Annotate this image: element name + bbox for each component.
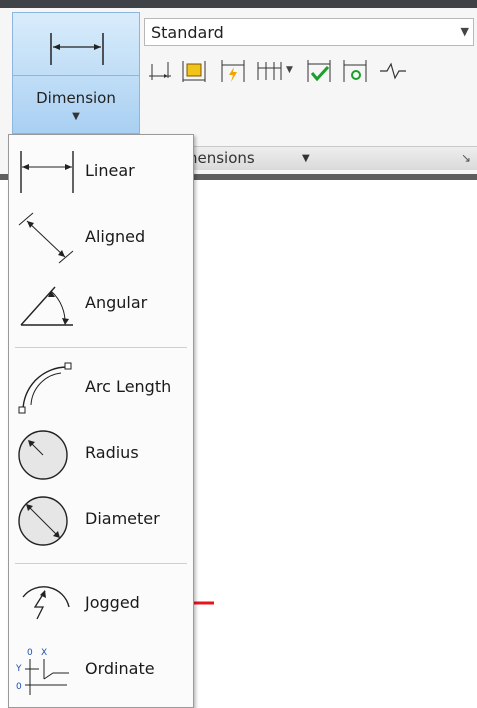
dialog-launcher-icon[interactable]: ↘: [461, 151, 471, 165]
linear-dimension-icon: [50, 33, 104, 65]
menu-separator: [15, 563, 187, 564]
menu-item-linear[interactable]: Linear: [9, 141, 193, 203]
menu-separator: [15, 347, 187, 348]
menu-item-label: Jogged: [85, 593, 140, 612]
menu-item-radius[interactable]: Radius: [9, 423, 193, 485]
dim-update-icon: [221, 60, 245, 82]
menu-item-diameter[interactable]: Diameter: [9, 489, 193, 551]
menu-item-arc-length[interactable]: Arc Length: [9, 357, 193, 419]
ribbon-top-edge: [0, 0, 477, 8]
diameter-dim-icon: [15, 493, 77, 547]
aligned-dim-icon: [15, 211, 77, 265]
ordinate-dim-icon: 0 X Y 0: [15, 643, 77, 697]
menu-item-aligned[interactable]: Aligned: [9, 207, 193, 269]
dim-style-value: Standard: [151, 23, 224, 42]
svg-text:0: 0: [27, 648, 33, 658]
linear-dim-icon: [15, 145, 77, 199]
split-divider: [13, 75, 139, 76]
chevron-down-icon: ▼: [302, 153, 310, 164]
chevron-down-icon: ▼: [460, 25, 469, 38]
radius-dim-icon: [15, 427, 77, 481]
menu-item-jogged[interactable]: Jogged: [9, 573, 193, 635]
chevron-down-icon[interactable]: ▼: [13, 111, 139, 122]
menu-item-angular[interactable]: Angular: [9, 273, 193, 335]
menu-item-label: Linear: [85, 161, 135, 180]
dimension-toolbar: ▼: [146, 56, 476, 88]
menu-item-label: Angular: [85, 293, 148, 312]
dim-update-button[interactable]: [218, 56, 248, 86]
dimension-split-button[interactable]: Dimension ▼: [12, 12, 140, 134]
jog-line-button[interactable]: [378, 56, 408, 86]
dim-style-dropdown[interactable]: Standard ▼: [144, 18, 474, 46]
angular-dim-icon: [15, 277, 77, 331]
arc-length-dim-icon: [15, 361, 77, 415]
dim-reassociate-button[interactable]: [340, 56, 370, 86]
dim-reassociate-icon: [343, 60, 367, 82]
dimension-dropdown-menu: Linear Aligned Angular Arc Length Radius…: [8, 134, 194, 708]
dim-inspect-button[interactable]: [304, 56, 334, 86]
quick-dim-icon: [182, 61, 206, 82]
menu-item-label: Aligned: [85, 227, 146, 246]
menu-item-label: Ordinate: [85, 659, 155, 678]
continue-dim-icon: [149, 62, 171, 80]
dim-inspect-icon: [307, 60, 331, 82]
svg-text:Y: Y: [15, 664, 22, 674]
continue-dim-button[interactable]: [146, 56, 176, 86]
chevron-down-icon[interactable]: ▼: [286, 65, 293, 75]
dimension-label: Dimension: [36, 89, 116, 107]
jogged-dim-icon: [15, 577, 77, 631]
svg-text:X: X: [41, 648, 47, 658]
baseline-dim-icon: [257, 62, 282, 80]
menu-item-label: Arc Length: [85, 377, 172, 396]
quick-dim-button[interactable]: [179, 56, 209, 86]
menu-item-label: Diameter: [85, 509, 160, 528]
menu-item-label: Radius: [85, 443, 139, 462]
menu-item-ordinate[interactable]: 0 X Y 0 Ordinate: [9, 639, 193, 701]
jog-line-icon: [380, 62, 406, 80]
baseline-dim-button[interactable]: [254, 56, 284, 86]
panel-title-text: nensions: [188, 149, 255, 167]
svg-text:0: 0: [16, 682, 22, 692]
